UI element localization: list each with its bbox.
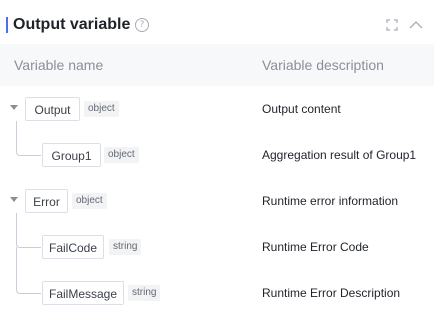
table-row: FailCode string Runtime Error Code <box>0 225 438 271</box>
type-tag: object <box>72 193 107 209</box>
table-row: Output object Output content <box>0 87 438 133</box>
question-circle-icon[interactable]: ? <box>135 18 149 32</box>
variable-name-field[interactable]: Output <box>25 97 80 121</box>
panel-header: Output variable ? <box>0 10 438 40</box>
variable-description: Runtime Error Description <box>262 286 401 300</box>
table-header: Variable name Variable description <box>0 44 434 86</box>
panel-title: Output variable <box>13 16 131 33</box>
type-tag: string <box>128 285 161 301</box>
caret-down-icon[interactable] <box>10 197 18 202</box>
caret-down-icon[interactable] <box>10 105 18 110</box>
chevron-up-icon[interactable] <box>409 19 423 31</box>
output-variable-panel: Output variable ? Variable name Variable… <box>0 0 438 309</box>
table-row: Group1 object Aggregation result of Grou… <box>0 133 438 179</box>
variable-name-field[interactable]: FailMessage <box>42 281 124 305</box>
variable-description: Runtime Error Code <box>262 240 369 254</box>
variable-name-field[interactable]: FailCode <box>42 235 104 259</box>
variable-name-field[interactable]: Group1 <box>42 143 101 167</box>
expand-icon[interactable] <box>386 19 398 31</box>
type-tag: string <box>109 239 142 255</box>
column-header-description: Variable description <box>262 57 384 73</box>
table-row: Error object Runtime error information <box>0 179 438 225</box>
title-accent-bar <box>6 17 8 33</box>
type-tag: object <box>104 147 139 163</box>
variable-description: Runtime error information <box>262 194 399 208</box>
column-header-name: Variable name <box>14 57 104 73</box>
type-tag: object <box>84 101 119 117</box>
table-row: FailMessage string Runtime Error Descrip… <box>0 271 438 317</box>
variable-description: Output content <box>262 102 341 116</box>
variable-description: Aggregation result of Group1 <box>262 148 417 162</box>
variable-name-field[interactable]: Error <box>25 189 68 213</box>
